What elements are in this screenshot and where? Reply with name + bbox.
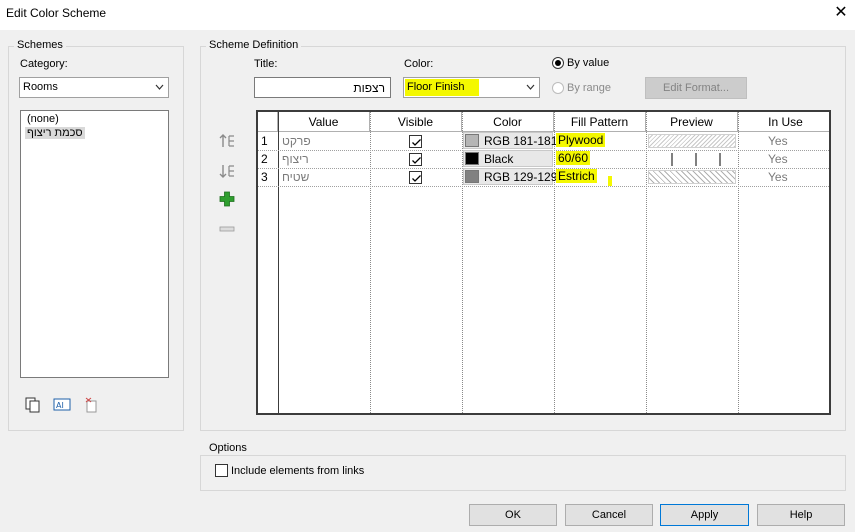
visible-checkbox[interactable] bbox=[409, 153, 422, 166]
title-label: Title: bbox=[254, 58, 278, 70]
category-value: Rooms bbox=[23, 81, 58, 93]
svg-text:AI: AI bbox=[56, 401, 64, 410]
apply-button[interactable]: Apply bbox=[660, 504, 749, 526]
color-swatch bbox=[465, 134, 479, 147]
fill-pattern-cell[interactable]: Plywood bbox=[556, 133, 606, 147]
options-legend: Options bbox=[206, 442, 250, 454]
column-header-color[interactable]: Color bbox=[462, 112, 554, 132]
category-dropdown[interactable]: Rooms bbox=[19, 77, 169, 98]
fill-preview-plywood bbox=[648, 134, 736, 148]
check-icon bbox=[412, 157, 421, 164]
color-cell[interactable]: Black bbox=[463, 150, 553, 167]
column-divider bbox=[738, 112, 739, 413]
check-icon bbox=[412, 139, 421, 146]
row-number: 2 bbox=[261, 152, 268, 166]
row-number-header bbox=[258, 112, 278, 132]
fill-pattern-cell[interactable]: Estrich bbox=[556, 169, 597, 183]
highlight-mark bbox=[608, 176, 612, 186]
fill-preview-tile bbox=[671, 153, 721, 166]
title-input[interactable]: רצפות bbox=[254, 77, 391, 98]
value-cell[interactable]: ריצוף bbox=[282, 152, 366, 166]
column-header-in-use[interactable]: In Use bbox=[738, 112, 829, 132]
color-value: Floor Finish bbox=[405, 79, 479, 96]
include-links-checkbox[interactable] bbox=[215, 464, 228, 477]
remove-row-icon[interactable] bbox=[218, 220, 236, 238]
value-cell[interactable]: פרקט bbox=[282, 134, 366, 148]
help-button[interactable]: Help bbox=[757, 504, 845, 526]
add-row-icon[interactable] bbox=[218, 190, 236, 208]
close-icon[interactable]: ✕ bbox=[830, 2, 852, 24]
fill-pattern-cell[interactable]: 60/60 bbox=[556, 151, 591, 165]
row-divider bbox=[258, 186, 829, 187]
window-title: Edit Color Scheme bbox=[6, 6, 107, 20]
visible-checkbox[interactable] bbox=[409, 171, 422, 184]
column-divider bbox=[278, 112, 279, 413]
ok-button[interactable]: OK bbox=[469, 504, 557, 526]
by-value-label: By value bbox=[567, 57, 610, 69]
value-cell[interactable]: שטיח bbox=[282, 170, 366, 184]
duplicate-icon[interactable] bbox=[24, 396, 42, 414]
rename-icon[interactable]: AI bbox=[53, 396, 71, 414]
row-number: 1 bbox=[261, 134, 268, 148]
color-swatch bbox=[465, 152, 479, 165]
color-name: RGB 181-181 bbox=[484, 134, 558, 148]
schemes-list[interactable]: (none) סכמת ריצוף bbox=[20, 110, 169, 378]
visible-checkbox[interactable] bbox=[409, 135, 422, 148]
by-value-radio[interactable] bbox=[552, 57, 564, 69]
color-label: Color: bbox=[404, 58, 434, 70]
scheme-item-none[interactable]: (none) bbox=[25, 113, 61, 125]
column-header-visible[interactable]: Visible bbox=[370, 112, 462, 132]
schemes-legend: Schemes bbox=[14, 39, 66, 51]
cancel-button[interactable]: Cancel bbox=[565, 504, 653, 526]
title-value: רצפות bbox=[353, 81, 385, 95]
column-header-value[interactable]: Value bbox=[278, 112, 370, 132]
column-header-fill-pattern[interactable]: Fill Pattern bbox=[554, 112, 646, 132]
row-number: 3 bbox=[261, 170, 268, 184]
scheme-table[interactable]: Value Visible Color Fill Pattern Preview… bbox=[256, 110, 831, 415]
move-down-icon[interactable] bbox=[218, 162, 236, 180]
column-divider bbox=[370, 112, 371, 413]
in-use-cell: Yes bbox=[768, 134, 788, 148]
color-cell[interactable]: RGB 181-181 bbox=[463, 132, 557, 149]
scheme-item-selected[interactable]: סכמת ריצוף bbox=[25, 127, 85, 139]
color-name: RGB 129-129 bbox=[484, 170, 558, 184]
by-range-radio[interactable] bbox=[552, 82, 564, 94]
check-icon bbox=[412, 175, 421, 182]
move-up-icon[interactable] bbox=[218, 132, 236, 150]
title-bar bbox=[0, 0, 855, 30]
in-use-cell: Yes bbox=[768, 152, 788, 166]
color-dropdown[interactable]: Floor Finish bbox=[403, 77, 540, 98]
column-divider bbox=[554, 112, 555, 413]
column-header-preview[interactable]: Preview bbox=[646, 112, 738, 132]
include-links-label: Include elements from links bbox=[231, 465, 365, 477]
in-use-cell: Yes bbox=[768, 170, 788, 184]
fill-preview-estrich bbox=[648, 170, 736, 184]
by-range-label: By range bbox=[567, 82, 612, 94]
color-cell[interactable]: RGB 129-129 bbox=[463, 168, 557, 185]
edit-format-button[interactable]: Edit Format... bbox=[645, 77, 747, 99]
column-divider bbox=[646, 112, 647, 413]
category-label: Category: bbox=[20, 58, 68, 70]
chevron-down-icon bbox=[526, 84, 535, 90]
color-name: Black bbox=[484, 152, 514, 166]
scheme-definition-legend: Scheme Definition bbox=[206, 39, 302, 51]
delete-scheme-icon bbox=[85, 397, 97, 413]
color-swatch bbox=[465, 170, 479, 183]
chevron-down-icon bbox=[155, 84, 164, 90]
